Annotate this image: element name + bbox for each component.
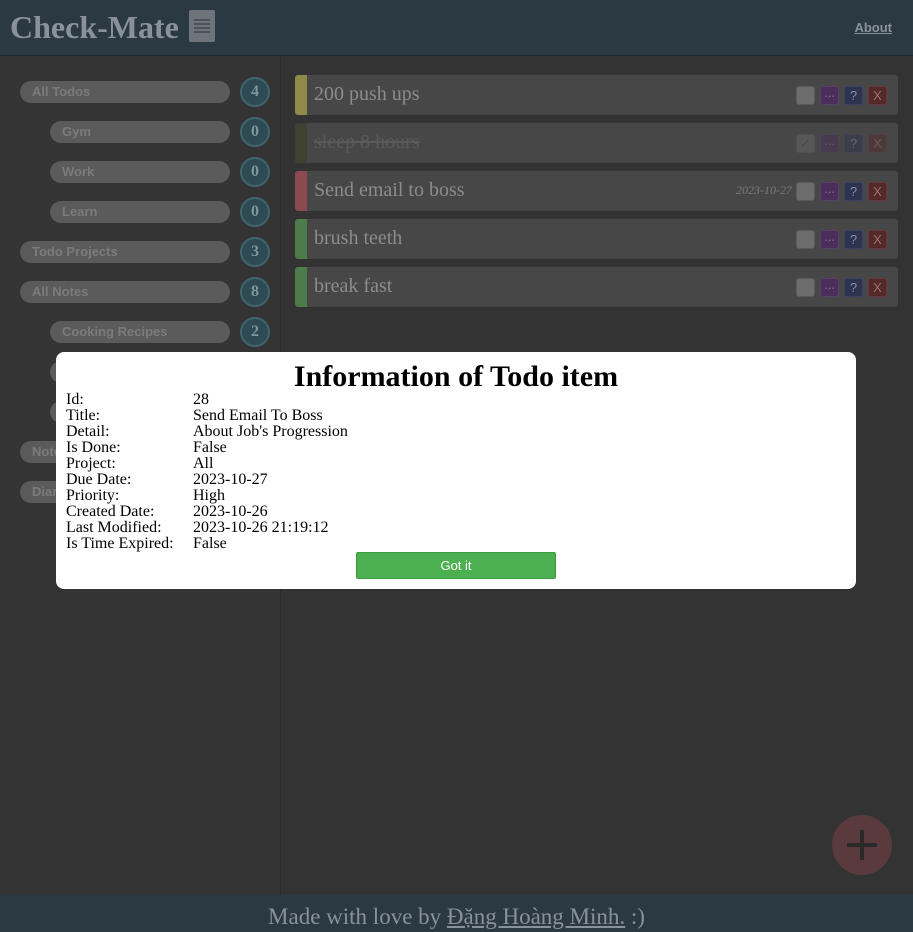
todo-title: break fast xyxy=(314,275,393,297)
info-value: Send Email To Boss xyxy=(193,407,323,424)
sidebar-item-work[interactable]: Work xyxy=(50,161,230,183)
app-title: Check-Mate xyxy=(10,9,215,46)
count-badge: 0 xyxy=(240,197,270,227)
info-value: False xyxy=(193,535,227,552)
checkbox[interactable] xyxy=(796,278,815,297)
info-button[interactable]: ? xyxy=(844,86,863,105)
got-it-button[interactable]: Got it xyxy=(356,552,556,579)
priority-bar xyxy=(295,75,307,115)
count-badge: 3 xyxy=(240,237,270,267)
footer-text: Made with love by xyxy=(268,904,447,929)
info-label: Detail: xyxy=(66,423,110,440)
sidebar-item-todo-projects[interactable]: Todo Projects xyxy=(20,241,230,263)
due-date: 2023-10-27 xyxy=(736,183,792,197)
more-button[interactable]: ... xyxy=(820,230,839,249)
info-button[interactable]: ? xyxy=(844,134,863,153)
sidebar-item-gym[interactable]: Gym xyxy=(50,121,230,143)
todo-title: 200 push ups xyxy=(314,83,420,105)
document-icon xyxy=(188,10,215,42)
more-button[interactable]: ... xyxy=(820,278,839,297)
sidebar-item-learn[interactable]: Learn xyxy=(50,201,230,223)
info-label: Last Modified: xyxy=(66,519,162,536)
sidebar-item-all-notes[interactable]: All Notes xyxy=(20,281,230,303)
info-value: 2023-10-27 xyxy=(193,471,268,488)
more-button[interactable]: ... xyxy=(820,86,839,105)
info-value: 2023-10-26 xyxy=(193,503,268,520)
todo-item[interactable]: Send email to boss 2023-10-27 ... ? X xyxy=(295,171,898,211)
todo-item[interactable]: 200 push ups ... ? X xyxy=(295,75,898,115)
delete-button[interactable]: X xyxy=(868,182,887,201)
info-label: Title: xyxy=(66,407,101,424)
footer: Made with love by Đặng Hoàng Minh. :) xyxy=(0,895,913,932)
count-badge: 8 xyxy=(240,277,270,307)
info-button[interactable]: ? xyxy=(844,230,863,249)
info-value: About Job's Progression xyxy=(193,423,348,440)
info-label: Is Time Expired: xyxy=(66,535,174,552)
info-value: False xyxy=(193,439,227,456)
add-button[interactable] xyxy=(832,815,892,875)
delete-button[interactable]: X xyxy=(868,134,887,153)
checkbox[interactable]: ✓ xyxy=(796,134,815,153)
checkbox[interactable] xyxy=(796,230,815,249)
todo-title: Send email to boss xyxy=(314,179,465,201)
info-label: Priority: xyxy=(66,487,120,504)
count-badge: 4 xyxy=(240,77,270,107)
more-button[interactable]: ... xyxy=(820,182,839,201)
info-label: Project: xyxy=(66,455,116,472)
info-value: 28 xyxy=(193,391,209,408)
todo-item[interactable]: break fast ... ? X xyxy=(295,267,898,307)
count-badge: 2 xyxy=(240,317,270,347)
info-label: Is Done: xyxy=(66,439,121,456)
more-button[interactable]: ... xyxy=(820,134,839,153)
info-button[interactable]: ? xyxy=(844,182,863,201)
todo-item[interactable]: sleep 8 hours ✓ ... ? X xyxy=(295,123,898,163)
delete-button[interactable]: X xyxy=(868,278,887,297)
delete-button[interactable]: X xyxy=(868,86,887,105)
info-value: All xyxy=(193,455,214,472)
info-button[interactable]: ? xyxy=(844,278,863,297)
info-label: Created Date: xyxy=(66,503,155,520)
count-badge: 0 xyxy=(240,157,270,187)
info-value: 2023-10-26 21:19:12 xyxy=(193,519,329,536)
modal-title: Information of Todo item xyxy=(293,360,619,393)
author-link[interactable]: Đặng Hoàng Minh. xyxy=(447,904,625,929)
info-label: Due Date: xyxy=(66,471,132,488)
count-badge: 0 xyxy=(240,117,270,147)
priority-bar xyxy=(295,123,307,163)
info-label: Id: xyxy=(66,391,84,408)
about-link[interactable]: About xyxy=(854,20,892,35)
app-header: Check-Mate About xyxy=(0,0,913,56)
info-value: High xyxy=(193,487,225,504)
sidebar-item-cooking-recipes[interactable]: Cooking Recipes xyxy=(50,321,230,343)
delete-button[interactable]: X xyxy=(868,230,887,249)
todo-title: brush teeth xyxy=(314,227,403,249)
todo-title: sleep 8 hours xyxy=(314,131,420,153)
checkbox[interactable] xyxy=(796,182,815,201)
todo-item[interactable]: brush teeth ... ? X xyxy=(295,219,898,259)
sidebar-item-all-todos[interactable]: All Todos xyxy=(20,81,230,103)
todo-info-modal: Information of Todo item Id: 28 Title: S… xyxy=(56,352,856,589)
priority-bar xyxy=(295,267,307,307)
priority-bar xyxy=(295,171,307,211)
priority-bar xyxy=(295,219,307,259)
footer-suffix: :) xyxy=(625,904,645,929)
app-title-text: Check-Mate xyxy=(10,9,179,45)
checkbox[interactable] xyxy=(796,86,815,105)
